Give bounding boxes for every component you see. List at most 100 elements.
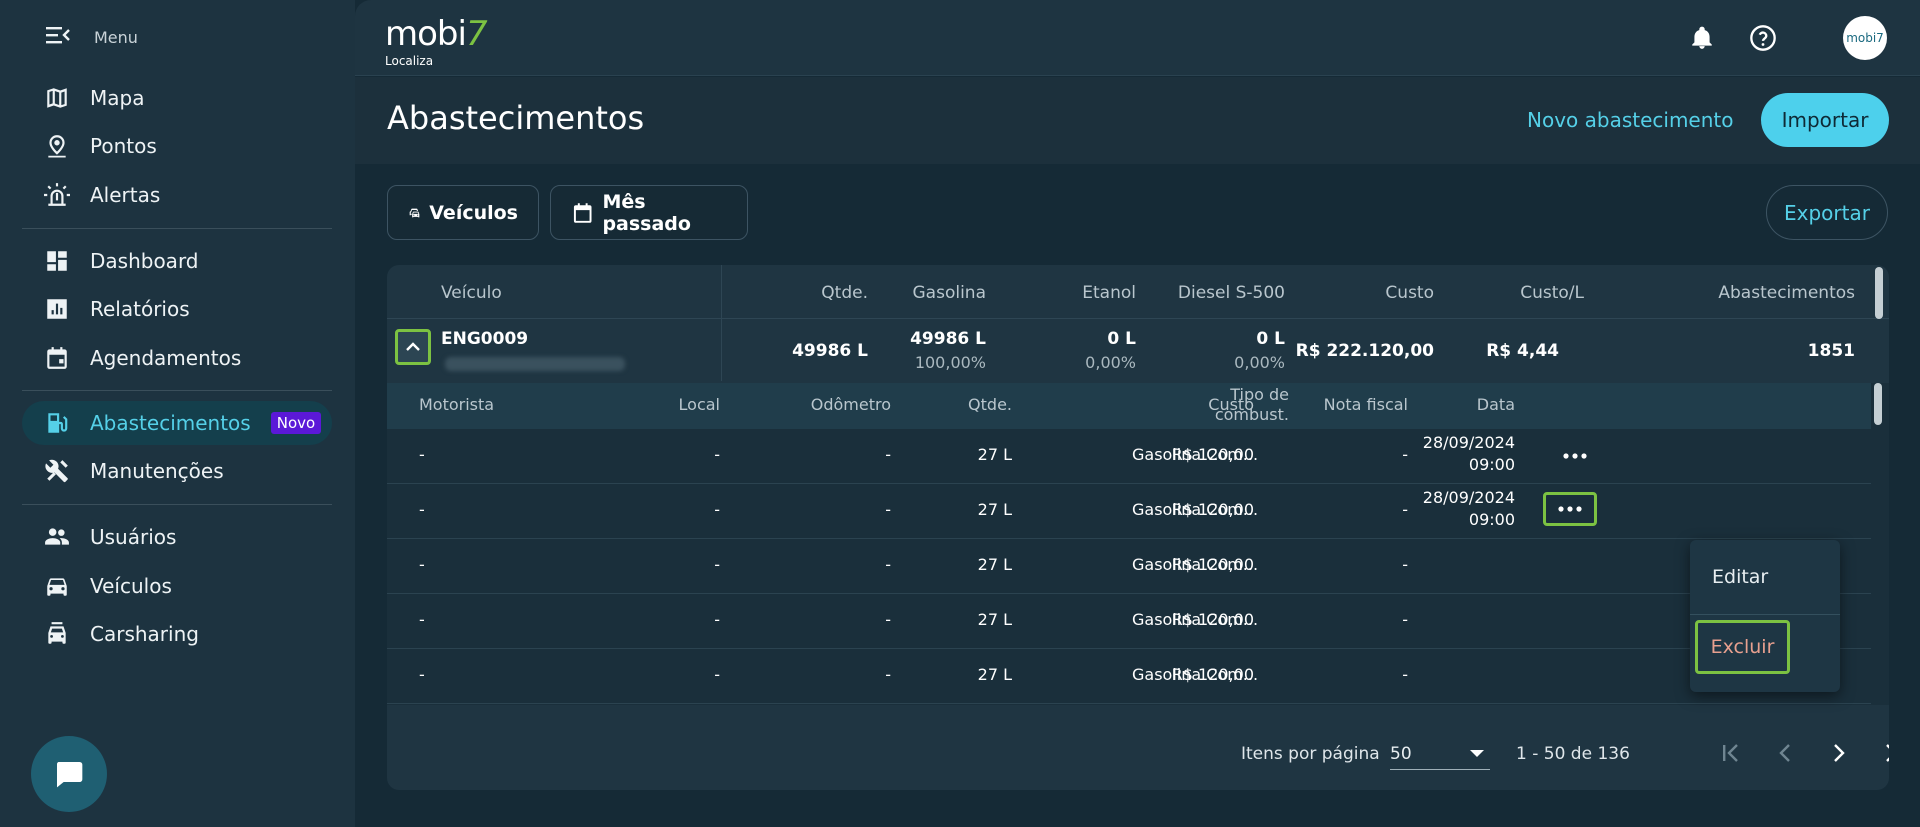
gasolina-value: 49986 L <box>910 329 986 349</box>
page-title: Abastecimentos <box>387 99 645 137</box>
vehicles-filter-button[interactable]: Veículos <box>387 185 539 240</box>
import-button[interactable]: Importar <box>1761 93 1889 147</box>
items-per-page-label: Itens por página <box>1241 744 1380 764</box>
cell-nota: - <box>1402 610 1408 629</box>
sidebar-item-manutencoes[interactable]: Manutenções <box>22 449 332 493</box>
sidebar-item-abastecimentos[interactable]: Abastecimentos Novo <box>22 401 332 445</box>
sidebar-divider <box>22 390 332 391</box>
sidebar-item-usuarios[interactable]: Usuários <box>22 515 332 559</box>
sidebar-item-dashboard[interactable]: Dashboard <box>22 239 332 283</box>
table-row[interactable]: - - - 27 L Gasolina Com... R$ 120,00 - <box>387 594 1871 649</box>
collapse-row-button[interactable] <box>395 329 431 365</box>
sidebar-item-veiculos[interactable]: Veículos <box>22 564 332 608</box>
column-header-nota-fiscal[interactable]: Nota fiscal <box>1324 395 1408 414</box>
pagination-range: 1 - 50 de 136 <box>1516 744 1630 764</box>
sidebar-item-label: Agendamentos <box>90 346 242 370</box>
cell-odometro: - <box>885 500 891 519</box>
map-icon <box>47 88 67 108</box>
previous-page-button[interactable] <box>1767 735 1803 771</box>
column-header-custo[interactable]: Custo <box>1385 283 1434 303</box>
dashboard-icon <box>47 251 67 271</box>
detail-table-header: Motorista Local Odômetro Qtde. Tipo de c… <box>387 383 1871 429</box>
column-header-etanol[interactable]: Etanol <box>1082 283 1136 303</box>
cell-qtde: 27 L <box>977 445 1012 464</box>
column-header-gasolina[interactable]: Gasolina <box>913 283 987 303</box>
table-row[interactable]: - - - 27 L Gasolina Com... R$ 120,00 - <box>387 649 1871 704</box>
logo-seven: 7 <box>465 14 488 54</box>
delete-menu-item[interactable]: Excluir <box>1695 620 1790 674</box>
sidebar-item-alertas[interactable]: Alertas <box>22 173 332 217</box>
bell-icon <box>1692 26 1712 49</box>
export-button[interactable]: Exportar <box>1766 185 1888 240</box>
cell-qtde: 27 L <box>977 555 1012 574</box>
location-pin-icon <box>48 135 66 158</box>
row-actions-button-active[interactable] <box>1543 492 1597 526</box>
sidebar-item-label: Abastecimentos <box>90 411 251 435</box>
next-page-button[interactable] <box>1821 735 1857 771</box>
sidebar-item-label: Mapa <box>90 86 145 110</box>
page-size-select[interactable]: 50 <box>1390 738 1490 770</box>
period-filter-button[interactable]: Mês passado <box>550 185 748 240</box>
table-row[interactable]: - - - 27 L Gasolina Com... R$ 120,00 - 2… <box>387 429 1871 484</box>
table-row[interactable]: - - - 27 L Gasolina Com... R$ 120,00 - 2… <box>387 484 1871 539</box>
cell-local: - <box>714 555 720 574</box>
chart-icon <box>47 299 67 319</box>
column-separator <box>721 265 722 381</box>
qty-value: 49986 L <box>792 341 868 361</box>
sidebar-item-agendamentos[interactable]: Agendamentos <box>22 336 332 380</box>
column-header-custo[interactable]: Custo <box>1208 395 1254 414</box>
caret-down-icon <box>1470 749 1484 757</box>
mobi7-logo[interactable]: mobi7 Localiza <box>385 14 488 68</box>
table-row[interactable]: - - - 27 L Gasolina Com... R$ 120,00 - <box>387 539 1871 594</box>
column-header-diesel[interactable]: Diesel S-500 <box>1178 283 1285 303</box>
edit-menu-item[interactable]: Editar <box>1690 540 1840 614</box>
menu-toggle[interactable]: Menu <box>46 26 138 48</box>
help-icon <box>1750 25 1776 51</box>
menu-collapse-icon <box>46 26 70 48</box>
first-page-button[interactable] <box>1713 735 1749 771</box>
chat-button[interactable] <box>31 736 107 812</box>
notifications-button[interactable] <box>1686 22 1718 54</box>
cell-hora: 09:00 <box>1468 510 1515 529</box>
column-header-local[interactable]: Local <box>679 395 720 414</box>
logo-subtitle: Localiza <box>385 54 434 68</box>
cars-icon <box>409 208 420 217</box>
calendar-icon <box>47 347 67 369</box>
column-header-qtde[interactable]: Qtde. <box>821 283 868 303</box>
vehicle-plate[interactable]: ENG0009 <box>441 329 528 349</box>
cell-data: 28/09/2024 <box>1422 433 1515 452</box>
sidebar-item-carsharing[interactable]: Carsharing <box>22 612 332 656</box>
new-badge: Novo <box>270 412 322 434</box>
cell-custo: R$ 120,00 <box>1171 610 1254 629</box>
sidebar-item-relatorios[interactable]: Relatórios <box>22 287 332 331</box>
sidebar-item-pontos[interactable]: Pontos <box>22 124 332 168</box>
chevron-right-icon <box>1834 744 1845 762</box>
cell-local: - <box>714 610 720 629</box>
table-scrollbar[interactable] <box>1875 267 1883 319</box>
sidebar-item-mapa[interactable]: Mapa <box>22 76 332 120</box>
column-header-abastecimentos[interactable]: Abastecimentos <box>1718 283 1855 303</box>
column-header-custo-l[interactable]: Custo/L <box>1520 283 1584 303</box>
row-actions-button[interactable] <box>1548 439 1602 473</box>
vehicle-description-redacted <box>445 357 625 371</box>
sidebar-item-label: Manutenções <box>90 459 224 483</box>
column-header-odometro[interactable]: Odômetro <box>811 395 891 414</box>
column-header-veiculo[interactable]: Veículo <box>441 283 502 303</box>
more-horizontal-icon <box>1563 453 1587 459</box>
cell-hora: 09:00 <box>1468 455 1515 474</box>
sidebar-item-label: Carsharing <box>90 622 199 646</box>
cell-custo: R$ 120,00 <box>1171 500 1254 519</box>
last-page-button[interactable] <box>1875 735 1889 771</box>
column-header-qtde[interactable]: Qtde. <box>968 395 1012 414</box>
sidebar-item-label: Veículos <box>90 574 172 598</box>
sidebar-item-label: Usuários <box>90 525 177 549</box>
new-refuel-button[interactable]: Novo abastecimento <box>1527 108 1734 132</box>
sidebar-item-label: Alertas <box>90 183 161 207</box>
user-avatar[interactable]: mobi7 <box>1843 16 1887 60</box>
detail-scrollbar[interactable] <box>1874 383 1882 425</box>
carsharing-icon <box>48 622 66 644</box>
help-button[interactable] <box>1747 22 1779 54</box>
column-header-motorista[interactable]: Motorista <box>419 395 494 414</box>
refuel-count-value: 1851 <box>1807 341 1855 361</box>
column-header-data[interactable]: Data <box>1477 395 1515 414</box>
